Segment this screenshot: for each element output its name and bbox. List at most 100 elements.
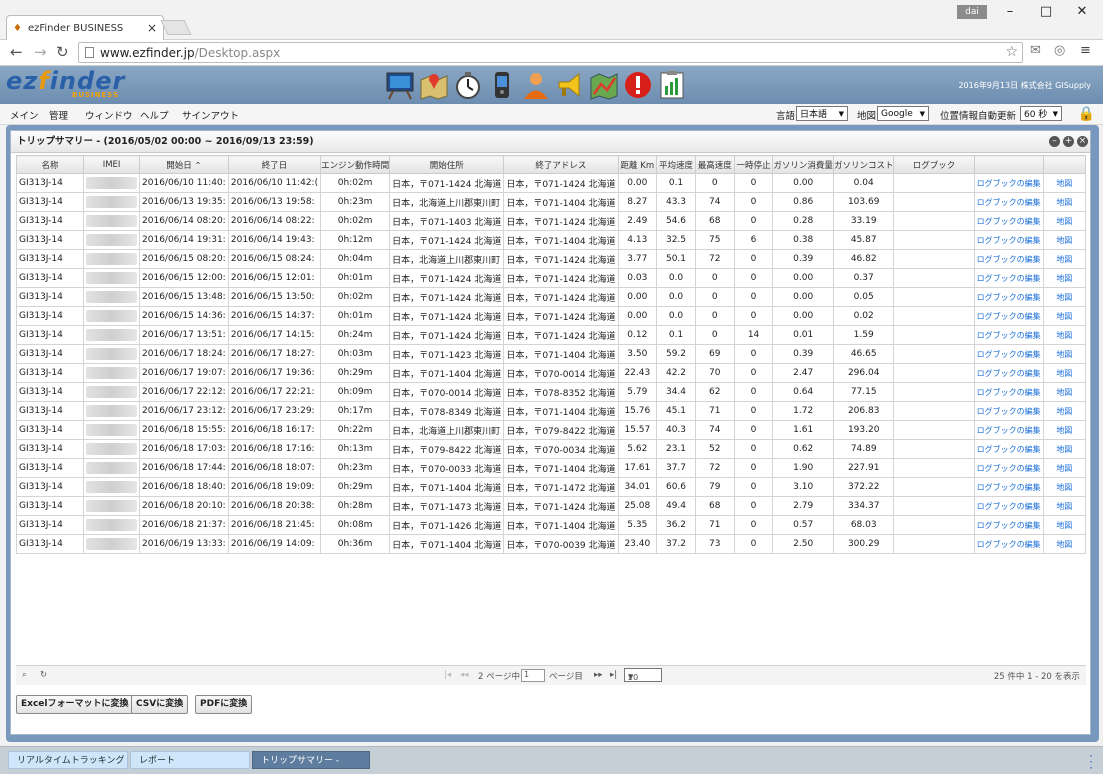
close-window-icon[interactable]: × — [1077, 136, 1088, 147]
map-link[interactable]: 地図 — [1042, 420, 1086, 440]
table-row[interactable]: GI313J-14 2016/06/18 18:40: 2016/06/18 19:… — [16, 477, 1086, 497]
table-row[interactable]: GI313J-14 2016/06/17 13:51: 2016/06/17 14:… — [16, 325, 1086, 345]
edit-logbook-link[interactable]: ログブックの編集 — [973, 363, 1044, 383]
edit-logbook-link[interactable]: ログブックの編集 — [973, 420, 1044, 440]
edit-logbook-link[interactable]: ログブックの編集 — [973, 192, 1044, 212]
search-icon[interactable]: ⌕ — [22, 670, 27, 680]
column-header[interactable]: エンジン動作時間 — [320, 155, 391, 174]
column-header[interactable]: 最高速度 — [694, 155, 735, 174]
edit-logbook-link[interactable]: ログブックの編集 — [973, 401, 1044, 421]
new-tab-button[interactable] — [160, 20, 192, 35]
refresh-icon[interactable]: ↻ — [40, 670, 47, 680]
url-input[interactable]: www.ezfinder.jp/Desktop.aspx ☆ — [78, 42, 1023, 63]
menu-help[interactable]: ヘルプ — [140, 108, 169, 122]
user-person-icon[interactable] — [520, 68, 552, 102]
tab-close-icon[interactable]: × — [147, 21, 157, 35]
taskbar-trip-summary[interactable]: トリップサマリー - — [252, 751, 370, 769]
edit-logbook-link[interactable]: ログブックの編集 — [973, 306, 1044, 326]
column-header[interactable]: 終了日 — [227, 155, 322, 174]
map-link[interactable]: 地図 — [1042, 173, 1086, 193]
map-link[interactable]: 地図 — [1042, 439, 1086, 459]
maximize-icon[interactable]: □ — [1036, 4, 1056, 19]
table-row[interactable]: GI313J-14 2016/06/19 13:33: 2016/06/19 14:… — [16, 534, 1086, 554]
map-link[interactable]: 地図 — [1042, 211, 1086, 231]
table-row[interactable]: GI313J-14 2016/06/14 19:31: 2016/06/14 19:… — [16, 230, 1086, 250]
last-page-icon[interactable]: ▸| — [610, 670, 617, 680]
chrome-menu-icon[interactable]: ≡ — [1080, 43, 1091, 58]
edit-logbook-link[interactable]: ログブックの編集 — [973, 534, 1044, 554]
menu-signout[interactable]: サインアウト — [182, 108, 239, 122]
edit-logbook-link[interactable]: ログブックの編集 — [973, 496, 1044, 516]
column-header[interactable]: 終了アドレス — [503, 155, 619, 174]
profile-badge[interactable]: dai — [957, 5, 987, 19]
edit-logbook-link[interactable]: ログブックの編集 — [973, 382, 1044, 402]
table-row[interactable]: GI313J-14 2016/06/17 23:12: 2016/06/17 23:… — [16, 401, 1086, 421]
table-row[interactable]: GI313J-14 2016/06/15 12:00: 2016/06/15 12:… — [16, 268, 1086, 288]
table-row[interactable]: GI313J-14 2016/06/17 22:12: 2016/06/17 22:… — [16, 382, 1086, 402]
edit-logbook-link[interactable]: ログブックの編集 — [973, 249, 1044, 269]
column-header[interactable] — [1042, 155, 1086, 174]
column-header[interactable]: 開始住所 — [389, 155, 505, 174]
table-row[interactable]: GI313J-14 2016/06/18 15:55: 2016/06/18 16:… — [16, 420, 1086, 440]
taskbar-menu-icon[interactable]: · · · — [1089, 750, 1093, 774]
edit-logbook-link[interactable]: ログブックの編集 — [973, 268, 1044, 288]
page-number-input[interactable]: 1 — [521, 669, 545, 682]
export-csv-button[interactable]: CSVに変換 — [131, 695, 189, 714]
table-row[interactable]: GI313J-14 2016/06/17 19:07: 2016/06/17 19:… — [16, 363, 1086, 383]
map-link[interactable]: 地図 — [1042, 477, 1086, 497]
map-link[interactable]: 地図 — [1042, 496, 1086, 516]
maximize-window-icon[interactable]: + — [1063, 136, 1074, 147]
route-map-icon[interactable] — [588, 68, 620, 102]
map-link[interactable]: 地図 — [1042, 363, 1086, 383]
table-row[interactable]: GI313J-14 2016/06/18 20:10: 2016/06/18 20:… — [16, 496, 1086, 516]
menu-window[interactable]: ウィンドウ — [85, 108, 133, 122]
column-header[interactable]: 平均速度 — [656, 155, 696, 174]
report-chart-icon[interactable] — [656, 68, 688, 102]
table-row[interactable]: GI313J-14 2016/06/15 13:48: 2016/06/15 13:… — [16, 287, 1086, 307]
table-row[interactable]: GI313J-14 2016/06/18 17:44: 2016/06/18 18:… — [16, 458, 1086, 478]
menu-main[interactable]: メイン — [10, 108, 39, 122]
map-link[interactable]: 地図 — [1042, 287, 1086, 307]
menu-admin[interactable]: 管理 — [49, 108, 68, 122]
map-link[interactable]: 地図 — [1042, 230, 1086, 250]
table-row[interactable]: GI313J-14 2016/06/10 11:40: 2016/06/10 11:… — [16, 173, 1086, 193]
map-select[interactable]: Google ▼ — [877, 106, 929, 121]
back-arrow-icon[interactable]: ← — [10, 43, 23, 61]
page-size-select[interactable]: 20 ▼ — [624, 668, 662, 682]
taskbar-report[interactable]: レポート — [130, 751, 250, 769]
column-header[interactable] — [973, 155, 1044, 174]
extension-icon[interactable]: ◎ — [1054, 43, 1065, 58]
table-row[interactable]: GI313J-14 2016/06/13 19:35: 2016/06/13 19:… — [16, 192, 1086, 212]
map-link[interactable]: 地図 — [1042, 344, 1086, 364]
map-link[interactable]: 地図 — [1042, 401, 1086, 421]
prev-page-icon[interactable]: ◂◂ — [460, 670, 469, 680]
map-link[interactable]: 地図 — [1042, 306, 1086, 326]
forward-arrow-icon[interactable]: → — [34, 43, 47, 61]
column-header[interactable]: 一時停止 — [733, 155, 774, 174]
megaphone-icon[interactable] — [554, 68, 586, 102]
map-link[interactable]: 地図 — [1042, 382, 1086, 402]
minimize-icon[interactable]: – — [1000, 4, 1020, 19]
first-page-icon[interactable]: |◂ — [444, 670, 451, 680]
edit-logbook-link[interactable]: ログブックの編集 — [973, 477, 1044, 497]
column-header[interactable]: 開始日 ⌃ — [139, 155, 229, 174]
auto-refresh-select[interactable]: 60 秒 ▼ — [1020, 106, 1062, 121]
alert-icon[interactable] — [622, 68, 654, 102]
presentation-board-icon[interactable] — [384, 68, 416, 102]
language-select[interactable]: 日本語 ▼ — [796, 106, 848, 121]
edit-logbook-link[interactable]: ログブックの編集 — [973, 439, 1044, 459]
table-row[interactable]: GI313J-14 2016/06/15 08:20: 2016/06/15 08:… — [16, 249, 1086, 269]
taskbar-realtime-tracking[interactable]: リアルタイムトラッキング — [8, 751, 128, 769]
map-pin-icon[interactable] — [418, 68, 450, 102]
column-header[interactable]: ガソリン消費量 — [772, 155, 834, 174]
edit-logbook-link[interactable]: ログブックの編集 — [973, 325, 1044, 345]
table-row[interactable]: GI313J-14 2016/06/14 08:20: 2016/06/14 08:… — [16, 211, 1086, 231]
column-header[interactable]: IMEI — [83, 155, 141, 174]
edit-logbook-link[interactable]: ログブックの編集 — [973, 230, 1044, 250]
map-link[interactable]: 地図 — [1042, 192, 1086, 212]
column-header[interactable]: ログブック — [893, 155, 975, 174]
map-link[interactable]: 地図 — [1042, 249, 1086, 269]
column-header[interactable]: 距離 Km — [617, 155, 658, 174]
lock-icon[interactable]: 🔒 — [1078, 106, 1095, 122]
minimize-window-icon[interactable]: – — [1049, 136, 1060, 147]
